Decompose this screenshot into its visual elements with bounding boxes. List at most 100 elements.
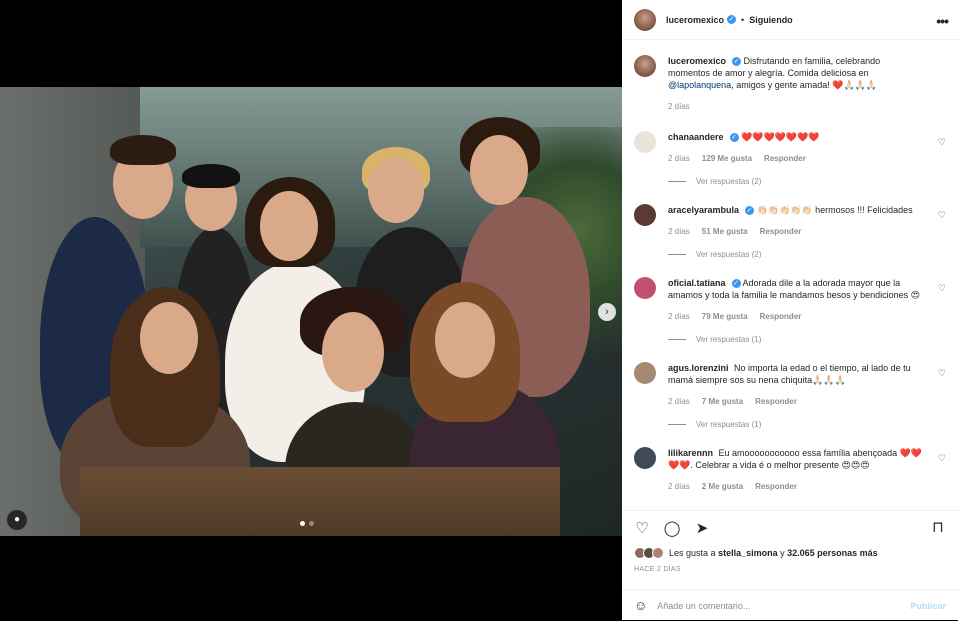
add-comment-bar: ☺ Publicar [622,589,958,621]
comment-item: agus.lorenzini No importa la edad o el t… [634,362,946,429]
verified-badge-icon: ✓ [745,206,755,216]
likes-middle: y [780,548,785,558]
comment-username[interactable]: agus.lorenzini [668,363,729,373]
comment-likes[interactable]: 51 Me gusta [702,226,748,238]
likes-summary: Les gusta a stella_simona y 32.065 perso… [622,545,958,561]
replies-line [668,254,686,255]
reply-button[interactable]: Responder [755,481,797,493]
person-8-head [435,302,495,378]
photo-table [80,467,560,536]
likes-prefix: Les gusta a [669,548,716,558]
reply-button[interactable]: Responder [764,153,806,165]
carousel-dot [309,521,314,526]
reply-button[interactable]: Responder [760,226,802,238]
comment-text: 👏🏻👏🏻👏🏻👏🏻👏🏻 hermosos !!! Felicidades [756,205,913,215]
replies-line [668,424,686,425]
caption-username[interactable]: luceromexico [668,56,726,66]
comment-likes[interactable]: 79 Me gusta [702,311,748,323]
comment-item: oficial.tatiana ✓ Adorada dile a la adora… [634,277,946,344]
heart-icon[interactable]: ♡ [938,210,946,221]
bookmark-icon[interactable]: ⊓ [928,518,948,536]
view-replies-button[interactable]: Ver respuestas (1) [668,335,946,344]
comment-username[interactable]: lilikarennn [668,448,713,458]
heart-icon[interactable]: ♡ [938,453,946,464]
person-2-hair [182,164,240,188]
view-replies-label[interactable]: Ver respuestas (1) [696,420,761,429]
emoji-icon[interactable]: ☺ [634,598,647,613]
verified-badge-icon: ✓ [732,57,742,67]
verified-badge-icon: ✓ [729,133,739,143]
avatar[interactable] [634,8,656,31]
media-pane: › ● [0,0,622,620]
share-icon[interactable]: ➤ [692,519,712,537]
post-time: HACE 2 DÍAS [634,566,681,573]
comment-input[interactable] [657,600,898,611]
comment-time: 2 días [668,227,690,236]
replies-line [668,339,686,340]
comment-time: 2 días [668,154,690,163]
comment-item: lilikarennn Eu amooooooooooo essa famíli… [634,447,946,493]
comment-time: 2 días [668,312,690,321]
likes-count-link[interactable]: 32.065 personas más [787,548,878,558]
publish-button[interactable]: Publicar [910,601,946,611]
view-replies-button[interactable]: Ver respuestas (1) [668,420,946,429]
comment-item: chanaandere ✓ ❤️❤️❤️❤️❤️❤️❤️ 2 días 129 Me … [634,131,946,186]
post-sidebar: luceromexico ✓ • Siguiendo ••• luceromex… [622,0,958,620]
comment-likes[interactable]: 129 Me gusta [702,153,752,165]
post-username[interactable]: luceromexico [666,15,724,25]
follow-status-button[interactable]: Siguiendo [749,15,793,25]
more-dots-icon[interactable]: ••• [936,13,949,29]
comment-text: ❤️❤️❤️❤️❤️❤️❤️ [741,132,820,142]
comment-username[interactable]: chanaandere [668,132,724,142]
avatar[interactable] [634,204,656,226]
view-replies-button[interactable]: Ver respuestas (2) [668,177,946,186]
verified-badge-icon: ✓ [727,15,737,24]
person-1-hair [110,135,176,165]
carousel-dots [300,521,314,526]
person-5-head [470,135,528,205]
reply-button[interactable]: Responder [755,396,797,408]
caption-text-end: , amigos y gente amada! ❤️🙏🏻🙏🏻🙏🏻 [731,80,878,90]
heart-icon[interactable]: ♡ [938,137,946,148]
heart-icon[interactable]: ♡ [938,283,946,294]
avatar [652,547,664,559]
likes-user-link[interactable]: stella_simona [718,548,778,558]
view-replies-label[interactable]: Ver respuestas (2) [696,250,761,259]
view-replies-label[interactable]: Ver respuestas (1) [696,335,761,344]
comment-likes[interactable]: 2 Me gusta [702,481,743,493]
replies-line [668,181,686,182]
action-bar: ♡ ◯ ➤ ⊓ Les gusta a stella_simona y 32.0… [622,510,958,620]
reply-button[interactable]: Responder [760,311,802,323]
avatar[interactable] [634,362,656,384]
person-3-head [260,191,318,261]
comment-time: 2 días [668,397,690,406]
person-4-head [368,157,424,223]
heart-icon[interactable]: ♡ [938,368,946,379]
header-separator: • [741,14,745,25]
comment-username[interactable]: oficial.tatiana [668,278,726,288]
comment-icon[interactable]: ◯ [662,519,682,537]
caption: luceromexico ✓ Disfrutando en familia, ce… [634,55,946,113]
view-replies-label[interactable]: Ver respuestas (2) [696,177,761,186]
user-tag-icon[interactable]: ● [7,510,27,530]
heart-icon[interactable]: ♡ [632,519,652,537]
comment-item: aracelyarambula ✓ 👏🏻👏🏻👏🏻👏🏻👏🏻 hermosos !!!… [634,204,946,259]
person-7-head [322,312,384,392]
comment-likes[interactable]: 7 Me gusta [702,396,743,408]
comments-list: luceromexico ✓ Disfrutando en familia, ce… [622,40,958,510]
person-6-head [140,302,198,374]
comment-username[interactable]: aracelyarambula [668,205,739,215]
comment-time: 2 días [668,482,690,491]
view-replies-button[interactable]: Ver respuestas (2) [668,250,946,259]
post-photo[interactable] [0,87,622,536]
carousel-dot [300,521,305,526]
avatar[interactable] [634,277,656,299]
verified-badge-icon: ✓ [731,279,741,289]
caption-time: 2 días [668,102,690,111]
post-header: luceromexico ✓ • Siguiendo ••• [622,0,958,40]
avatar[interactable] [634,131,656,153]
avatar[interactable] [634,55,656,77]
avatar[interactable] [634,447,656,469]
caption-mention-link[interactable]: @lapolanquena [668,80,731,90]
chevron-right-icon[interactable]: › [598,303,616,321]
